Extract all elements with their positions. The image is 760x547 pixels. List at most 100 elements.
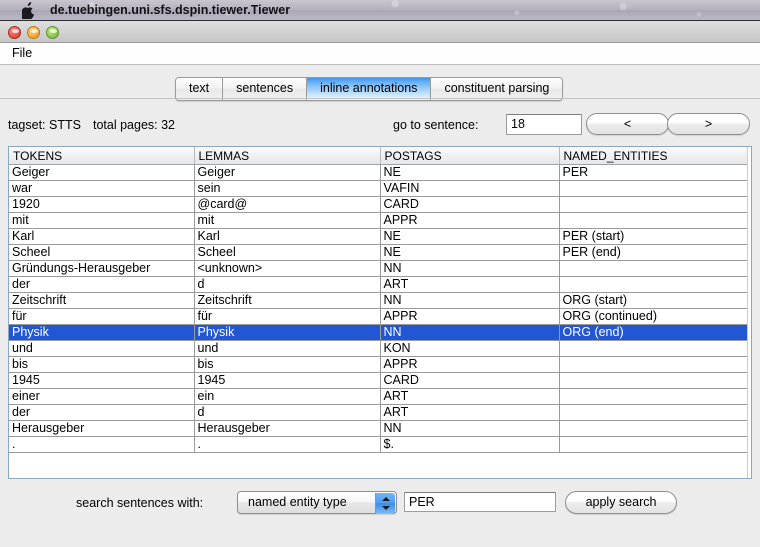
vertical-scrollbar[interactable] <box>747 147 751 478</box>
table-cell[interactable]: war <box>9 180 195 197</box>
table-row[interactable]: für für APPR ORG (continued) <box>9 308 748 325</box>
table-cell[interactable]: 1920 <box>9 196 195 213</box>
previous-sentence-button[interactable]: < <box>586 113 669 135</box>
table-cell[interactable] <box>559 196 748 213</box>
table-row[interactable]: Zeitschrift Zeitschrift NN ORG (start) <box>9 292 748 309</box>
table-cell[interactable]: @card@ <box>194 196 381 213</box>
table-cell[interactable]: ART <box>380 276 560 293</box>
apply-search-button[interactable]: apply search <box>565 491 677 514</box>
table-cell[interactable]: Zeitschrift <box>194 292 381 309</box>
table-cell[interactable]: bis <box>194 356 381 373</box>
table-cell[interactable] <box>559 260 748 277</box>
table-cell[interactable] <box>559 212 748 229</box>
goto-sentence-input[interactable]: 18 <box>506 114 582 135</box>
table-row[interactable]: 1920 @card@ CARD <box>9 196 748 213</box>
table-row[interactable]: Gründungs-Herausgeber <unknown> NN <box>9 260 748 277</box>
table-cell[interactable]: PER (start) <box>559 228 748 245</box>
table-cell[interactable]: ART <box>380 388 560 405</box>
table-cell[interactable]: CARD <box>380 372 560 389</box>
table-cell[interactable]: Physik <box>9 324 195 341</box>
table-row[interactable]: .. $. <box>9 436 748 453</box>
table-cell[interactable] <box>559 404 748 421</box>
table-row[interactable]: Physik Physik NN ORG (end) <box>9 324 748 341</box>
table-cell[interactable]: für <box>9 308 195 325</box>
table-cell[interactable]: 1945 <box>9 372 195 389</box>
table-row[interactable]: Geiger Geiger NE PER <box>9 164 748 181</box>
table-cell[interactable]: Geiger <box>194 164 381 181</box>
minimize-window-button[interactable] <box>27 26 40 39</box>
table-cell[interactable]: d <box>194 276 381 293</box>
table-cell[interactable] <box>559 356 748 373</box>
table-cell[interactable]: KON <box>380 340 560 357</box>
table-cell[interactable]: APPR <box>380 356 560 373</box>
table-cell[interactable]: $. <box>380 436 560 453</box>
table-cell[interactable]: ein <box>194 388 381 405</box>
table-cell[interactable]: Herausgeber <box>194 420 381 437</box>
table-cell[interactable]: mit <box>9 212 195 229</box>
maximize-window-button[interactable] <box>46 26 59 39</box>
column-header-named-entities[interactable]: NAMED_ENTITIES <box>559 147 748 165</box>
tab-text[interactable]: text <box>176 78 224 100</box>
table-cell[interactable] <box>559 180 748 197</box>
table-cell[interactable]: APPR <box>380 308 560 325</box>
table-row[interactable]: bis bis APPR <box>9 356 748 373</box>
table-cell[interactable]: VAFIN <box>380 180 560 197</box>
table-cell[interactable]: Karl <box>9 228 195 245</box>
table-row[interactable]: Herausgeber Herausgeber NN <box>9 420 748 437</box>
menu-item-file[interactable]: File <box>8 46 36 60</box>
table-row[interactable]: einer ein ART <box>9 388 748 405</box>
table-cell[interactable]: und <box>9 340 195 357</box>
table-row[interactable]: war sein VAFIN <box>9 180 748 197</box>
table-cell[interactable]: NN <box>380 324 560 341</box>
tab-inline-annotations[interactable]: inline annotations <box>307 78 432 100</box>
table-cell[interactable]: NE <box>380 244 560 261</box>
table-cell[interactable]: Physik <box>194 324 381 341</box>
tab-sentences[interactable]: sentences <box>223 78 308 100</box>
table-cell[interactable]: APPR <box>380 212 560 229</box>
table-cell[interactable]: Herausgeber <box>9 420 195 437</box>
table-cell[interactable]: Scheel <box>194 244 381 261</box>
table-cell[interactable]: NN <box>380 292 560 309</box>
table-cell[interactable]: ORG (start) <box>559 292 748 309</box>
table-cell[interactable]: 1945 <box>194 372 381 389</box>
column-header-tokens[interactable]: TOKENS <box>9 147 195 165</box>
table-cell[interactable] <box>559 276 748 293</box>
table-cell[interactable]: der <box>9 276 195 293</box>
table-cell[interactable]: der <box>9 404 195 421</box>
chevron-updown-icon[interactable] <box>375 493 395 514</box>
table-cell[interactable]: bis <box>9 356 195 373</box>
table-row[interactable]: der d ART <box>9 276 748 293</box>
table-cell[interactable] <box>559 388 748 405</box>
close-window-button[interactable] <box>8 26 21 39</box>
table-cell[interactable]: NE <box>380 164 560 181</box>
annotation-table-scrollpane[interactable]: TOKENS LEMMAS POSTAGS NAMED_ENTITIES Gei… <box>8 146 752 479</box>
table-cell[interactable]: ORG (continued) <box>559 308 748 325</box>
table-cell[interactable] <box>559 436 748 453</box>
table-cell[interactable] <box>559 372 748 389</box>
table-cell[interactable]: . <box>9 436 195 453</box>
table-cell[interactable]: sein <box>194 180 381 197</box>
table-cell[interactable] <box>559 340 748 357</box>
table-cell[interactable]: ORG (end) <box>559 324 748 341</box>
search-term-input[interactable]: PER <box>404 492 556 512</box>
table-cell[interactable]: NN <box>380 420 560 437</box>
table-cell[interactable]: und <box>194 340 381 357</box>
table-cell[interactable]: PER <box>559 164 748 181</box>
table-cell[interactable] <box>559 420 748 437</box>
column-header-lemmas[interactable]: LEMMAS <box>194 147 381 165</box>
table-cell[interactable]: Scheel <box>9 244 195 261</box>
table-row[interactable]: Scheel Scheel NE PER (end) <box>9 244 748 261</box>
table-cell[interactable]: d <box>194 404 381 421</box>
next-sentence-button[interactable]: > <box>667 113 750 135</box>
table-row[interactable]: 1945 1945 CARD <box>9 372 748 389</box>
table-cell[interactable]: Karl <box>194 228 381 245</box>
tab-constituent-parsing[interactable]: constituent parsing <box>431 78 563 100</box>
column-header-postags[interactable]: POSTAGS <box>380 147 560 165</box>
table-row[interactable]: mit mit APPR <box>9 212 748 229</box>
table-cell[interactable]: Zeitschrift <box>9 292 195 309</box>
table-cell[interactable]: PER (end) <box>559 244 748 261</box>
table-cell[interactable]: . <box>194 436 381 453</box>
table-cell[interactable]: <unknown> <box>194 260 381 277</box>
table-row[interactable]: Karl Karl NE PER (start) <box>9 228 748 245</box>
table-row[interactable]: der d ART <box>9 404 748 421</box>
